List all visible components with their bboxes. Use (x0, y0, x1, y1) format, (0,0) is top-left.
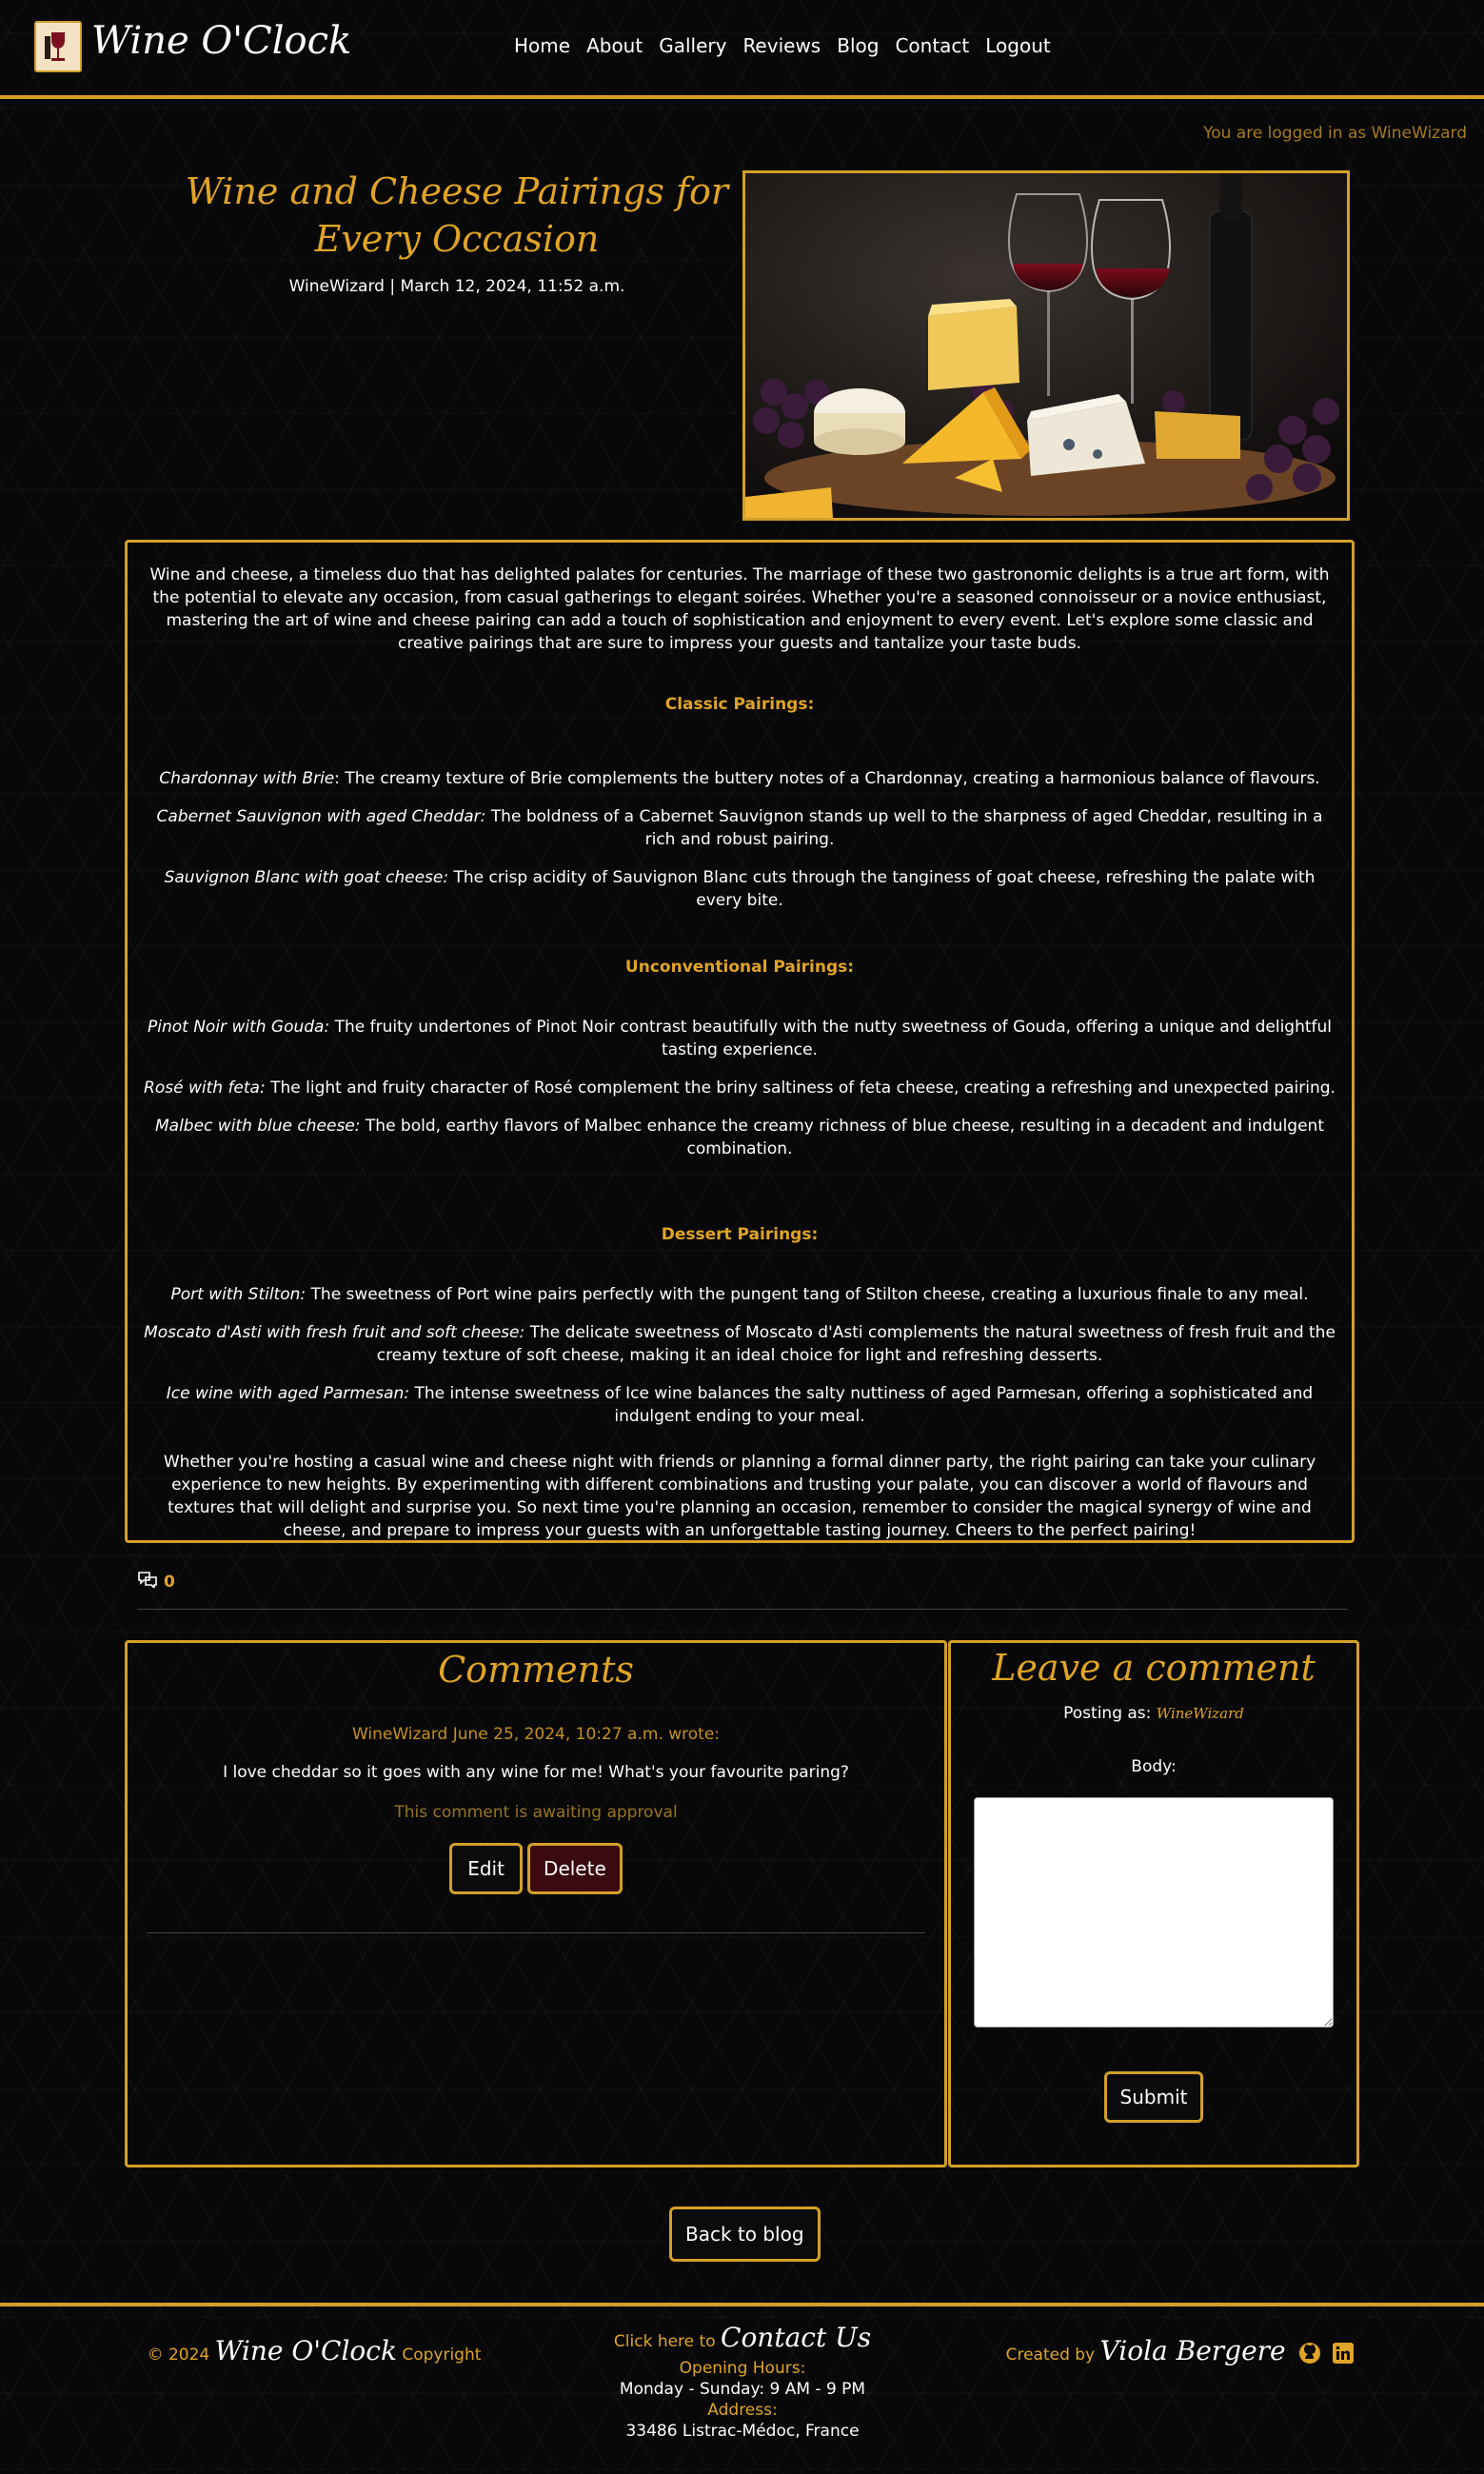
pairing-item: Rosé with feta: The light and fruity cha… (144, 1079, 1336, 1098)
delete-button[interactable]: Delete (527, 1843, 623, 1894)
comments-panel: Comments WineWizard June 25, 2024, 10:27… (125, 1640, 947, 2167)
pairing-item: Sauvignon Blanc with goat cheese: The cr… (164, 868, 1316, 910)
submit-button[interactable]: Submit (1103, 2071, 1204, 2123)
brand-name[interactable]: Wine O'Clock (91, 19, 351, 63)
nav-home[interactable]: Home (514, 34, 570, 57)
comments-icon (137, 1571, 158, 1593)
pairing-item: Port with Stilton: The sweetness of Port… (170, 1285, 1309, 1304)
posting-as: Posting as: WineWizard (1063, 1704, 1244, 1723)
nav-gallery[interactable]: Gallery (659, 34, 726, 57)
footer-copyright: © 2024 Wine O'Clock Copyright (147, 2335, 482, 2366)
leave-comment-heading: Leave a comment (992, 1647, 1316, 1689)
comment-status: This comment is awaiting approval (394, 1803, 678, 1822)
comments-heading: Comments (438, 1649, 634, 1691)
linkedin-icon[interactable] (1332, 2342, 1355, 2369)
nav-reviews[interactable]: Reviews (742, 34, 821, 57)
post-content: Wine and cheese, a timeless duo that has… (125, 540, 1355, 1543)
comment-header: WineWizard June 25, 2024, 10:27 a.m. wro… (351, 1725, 721, 1744)
footer-brand[interactable]: Wine O'Clock (215, 2335, 397, 2366)
comment-body-textarea[interactable] (974, 1797, 1334, 2028)
divider (147, 1932, 925, 1933)
contact-us-link[interactable]: Contact Us (721, 2322, 871, 2353)
footer-credits: Created by Viola Bergere (990, 2335, 1371, 2369)
login-status: You are logged in as WineWizard (1203, 124, 1467, 143)
posting-as-user: WineWizard (1156, 1705, 1244, 1722)
body-label: Body: (1131, 1757, 1177, 1776)
address-label: Address: (707, 2401, 778, 2420)
address-value: 33486 Listrac-Médoc, France (625, 2422, 860, 2441)
leave-comment-panel: Leave a comment Posting as: WineWizard B… (948, 1640, 1359, 2167)
navbar: Wine O'Clock Home About Gallery Reviews … (0, 0, 1484, 99)
pairing-item: Moscato d'Asti with fresh fruit and soft… (144, 1323, 1336, 1365)
post-image (742, 170, 1350, 521)
edit-button[interactable]: Edit (449, 1843, 523, 1894)
pairing-item: Pinot Noir with Gouda: The fruity undert… (147, 1018, 1333, 1059)
comment-count: 0 (137, 1571, 175, 1593)
pairing-item: Cabernet Sauvignon with aged Cheddar: Th… (156, 807, 1323, 849)
post-intro: Wine and cheese, a timeless duo that has… (149, 565, 1330, 653)
comment-body: I love cheddar so it goes with any wine … (223, 1763, 849, 1782)
nav-contact[interactable]: Contact (895, 34, 969, 57)
pairing-item: Ice wine with aged Parmesan: The intense… (166, 1384, 1314, 1426)
logo-icon[interactable] (34, 21, 82, 72)
footer: © 2024 Wine O'Clock Copyright Click here… (0, 2303, 1484, 2474)
section-heading: Classic Pairings: (664, 695, 815, 714)
main-nav: Home About Gallery Reviews Blog Contact … (514, 34, 1051, 57)
section-heading: Dessert Pairings: (661, 1225, 819, 1244)
nav-about[interactable]: About (586, 34, 643, 57)
post-conclusion: Whether you're hosting a casual wine and… (163, 1453, 1316, 1540)
footer-contact: Click here to Contact Us Opening Hours: … (552, 2322, 933, 2441)
divider (137, 1609, 1348, 1610)
nav-logout[interactable]: Logout (985, 34, 1050, 57)
section-heading: Unconventional Pairings: (624, 958, 855, 977)
hours-value: Monday - Sunday: 9 AM - 9 PM (619, 2380, 866, 2399)
hours-label: Opening Hours: (679, 2359, 806, 2378)
post-meta: WineWizard | March 12, 2024, 11:52 a.m. (288, 277, 625, 296)
back-to-blog-button[interactable]: Back to blog (669, 2207, 821, 2262)
author-name: Viola Bergere (1099, 2335, 1286, 2366)
post-title: Wine and Cheese Pairings for Every Occas… (185, 170, 729, 260)
comment-count-value: 0 (164, 1572, 175, 1592)
pairing-item: Malbec with blue cheese: The bold, earth… (154, 1117, 1324, 1158)
nav-blog[interactable]: Blog (837, 34, 879, 57)
pairing-item: Chardonnay with Brie: The creamy texture… (159, 769, 1320, 788)
github-icon[interactable] (1298, 2342, 1321, 2369)
